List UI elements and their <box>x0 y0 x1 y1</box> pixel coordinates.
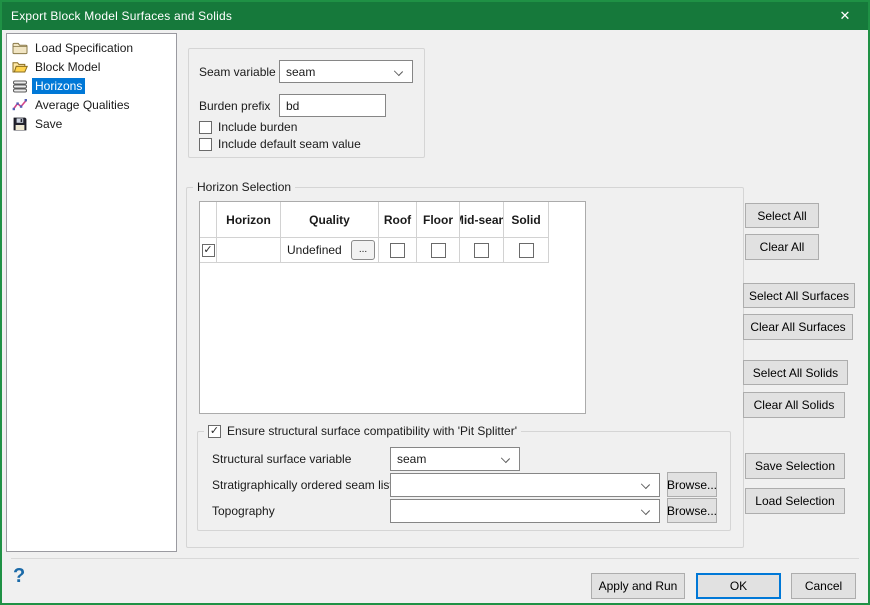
header-select-column <box>200 202 217 238</box>
include-default-seam-label: Include default seam value <box>218 137 361 151</box>
sidebar-item-block-model[interactable]: Block Model <box>9 57 174 76</box>
sidebar-pages-list: Load Specification Block Model Horizons … <box>6 33 177 552</box>
seam-variable-label: Seam variable <box>199 65 276 79</box>
help-button[interactable]: ? <box>13 565 25 588</box>
include-default-seam-checkbox[interactable] <box>199 138 212 151</box>
layers-icon <box>12 78 28 94</box>
sidebar-item-load-specification[interactable]: Load Specification <box>9 38 174 57</box>
burden-prefix-input[interactable]: bd <box>279 94 386 117</box>
include-default-checkbox-row[interactable]: Include default seam value <box>199 137 361 151</box>
include-burden-label: Include burden <box>218 120 297 134</box>
chevron-down-icon <box>394 67 403 76</box>
window-title: Export Block Model Surfaces and Solids <box>2 9 232 23</box>
sidebar-item-label: Horizons <box>32 78 85 94</box>
sidebar-item-label: Load Specification <box>32 40 136 56</box>
sidebar-item-label: Block Model <box>32 59 103 75</box>
header-quality: Quality <box>281 202 379 238</box>
close-icon: ✕ <box>840 8 851 24</box>
structural-surface-variable-label: Structural surface variable <box>212 452 351 466</box>
titlebar[interactable]: Export Block Model Surfaces and Solids <box>2 2 868 30</box>
chart-icon <box>12 97 28 113</box>
horizon-table[interactable]: Horizon Quality Roof Floor Mid-seam Soli… <box>199 201 586 414</box>
select-all-surfaces-button[interactable]: Select All Surfaces <box>743 283 855 308</box>
ensure-compatibility-checkbox-row[interactable]: ✓ Ensure structural surface compatibilit… <box>204 424 521 438</box>
row-roof-checkbox[interactable] <box>390 243 405 258</box>
header-roof: Roof <box>379 202 417 238</box>
save-selection-button[interactable]: Save Selection <box>745 453 845 479</box>
sidebar-item-label: Save <box>32 116 65 132</box>
sidebar-item-save[interactable]: Save <box>9 114 174 133</box>
chevron-down-icon <box>641 506 650 515</box>
include-burden-checkbox[interactable] <box>199 121 212 134</box>
table-row[interactable]: ✓ Undefined ... <box>200 238 585 263</box>
open-folder-icon <box>12 59 28 75</box>
apply-and-run-button[interactable]: Apply and Run <box>591 573 685 599</box>
save-icon <box>12 116 28 132</box>
burden-prefix-value: bd <box>286 99 299 113</box>
row-quality-value: Undefined <box>287 243 342 257</box>
header-solid: Solid <box>504 202 549 238</box>
seam-list-label: Stratigraphically ordered seam list <box>212 478 393 492</box>
ensure-compatibility-checkbox[interactable]: ✓ <box>208 425 221 438</box>
seam-list-combobox[interactable] <box>390 473 660 497</box>
row-solid-checkbox[interactable] <box>519 243 534 258</box>
header-horizon: Horizon <box>217 202 281 238</box>
clear-all-solids-button[interactable]: Clear All Solids <box>743 392 845 418</box>
seam-variable-value: seam <box>286 65 315 79</box>
seam-settings-group: Seam variable seam Burden prefix bd Incl… <box>188 48 425 158</box>
seam-list-browse-button[interactable]: Browse... <box>667 472 717 497</box>
footer-divider <box>11 558 859 559</box>
header-floor: Floor <box>417 202 460 238</box>
sidebar-item-horizons[interactable]: Horizons <box>9 76 174 95</box>
check-icon: ✓ <box>203 245 212 256</box>
ensure-compatibility-label: Ensure structural surface compatibility … <box>227 424 517 438</box>
chevron-down-icon <box>641 480 650 489</box>
topography-label: Topography <box>212 504 275 518</box>
header-mid-seam: Mid-seam <box>460 202 504 238</box>
row-horizon-cell[interactable] <box>217 238 281 263</box>
structural-surface-variable-combobox[interactable]: seam <box>390 447 520 471</box>
clear-all-button[interactable]: Clear All <box>745 234 819 260</box>
horizon-selection-group: Horizon Selection Horizon Quality Roof F… <box>186 187 744 548</box>
horizon-table-header: Horizon Quality Roof Floor Mid-seam Soli… <box>200 202 585 238</box>
seam-variable-combobox[interactable]: seam <box>279 60 413 83</box>
row-mid-seam-checkbox[interactable] <box>474 243 489 258</box>
quality-ellipsis-button[interactable]: ... <box>351 240 375 260</box>
row-select-checkbox[interactable]: ✓ <box>202 244 215 257</box>
closed-folder-icon <box>12 40 28 56</box>
load-selection-button[interactable]: Load Selection <box>745 488 845 514</box>
topography-combobox[interactable] <box>390 499 660 523</box>
sidebar-item-average-qualities[interactable]: Average Qualities <box>9 95 174 114</box>
check-icon: ✓ <box>210 426 219 437</box>
row-floor-checkbox[interactable] <box>431 243 446 258</box>
topography-browse-button[interactable]: Browse... <box>667 498 717 523</box>
structural-compatibility-group: ✓ Ensure structural surface compatibilit… <box>197 431 731 531</box>
horizon-selection-group-title: Horizon Selection <box>193 180 295 194</box>
select-all-solids-button[interactable]: Select All Solids <box>743 360 848 385</box>
include-burden-checkbox-row[interactable]: Include burden <box>199 120 297 134</box>
chevron-down-icon <box>501 454 510 463</box>
cancel-button[interactable]: Cancel <box>791 573 856 599</box>
ok-button[interactable]: OK <box>696 573 781 599</box>
close-button[interactable]: ✕ <box>822 2 868 30</box>
sidebar-item-label: Average Qualities <box>32 97 133 113</box>
clear-all-surfaces-button[interactable]: Clear All Surfaces <box>743 314 853 340</box>
export-dialog-window: Export Block Model Surfaces and Solids ✕… <box>0 0 870 605</box>
structural-surface-variable-value: seam <box>397 452 426 466</box>
burden-prefix-label: Burden prefix <box>199 99 270 113</box>
row-quality-cell[interactable]: Undefined ... <box>281 238 379 263</box>
select-all-button[interactable]: Select All <box>745 203 819 228</box>
